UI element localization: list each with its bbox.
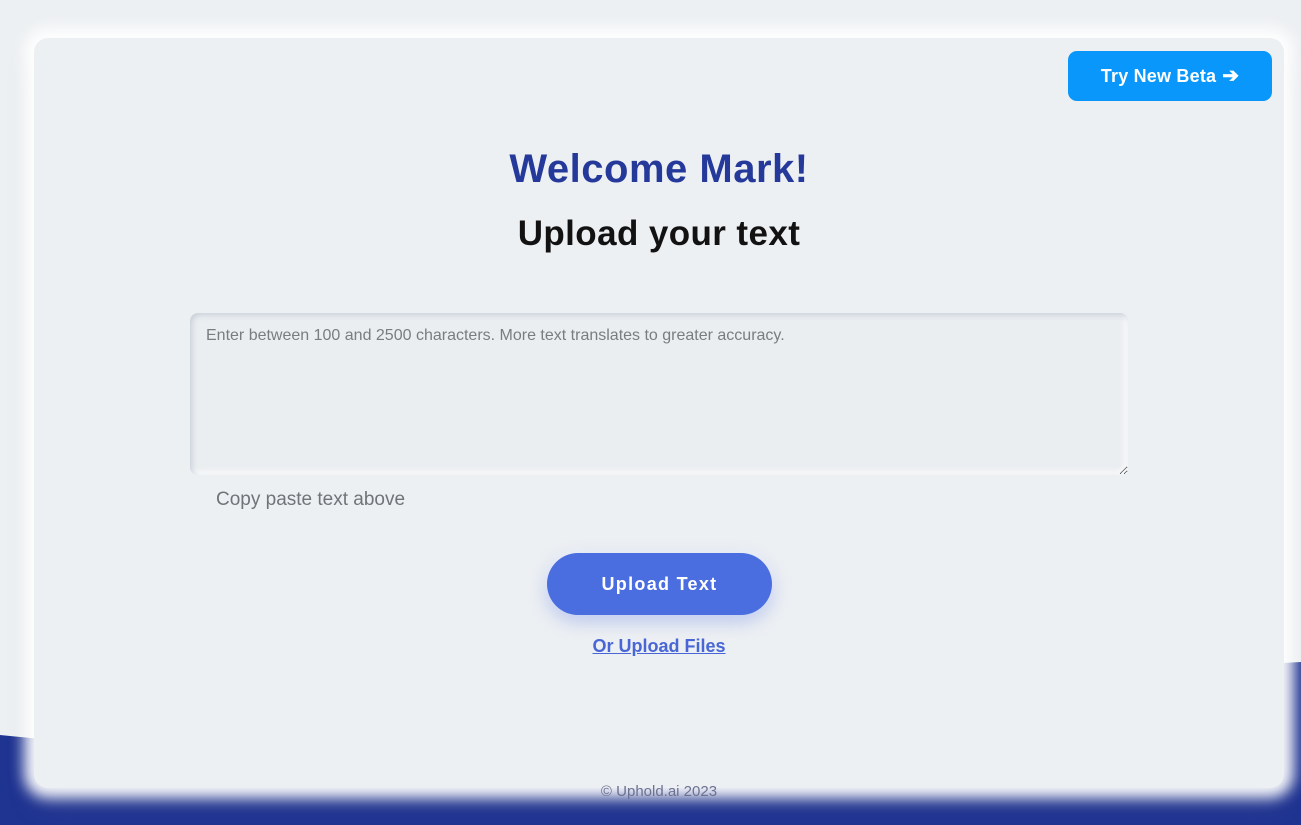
upload-files-link[interactable]: Or Upload Files xyxy=(0,636,1301,657)
try-new-beta-button[interactable]: Try New Beta ➔ xyxy=(1068,51,1272,101)
arrow-right-icon: ➔ xyxy=(1222,65,1240,87)
upload-text-button[interactable]: Upload Text xyxy=(547,553,772,615)
text-input-area[interactable] xyxy=(190,313,1128,475)
footer-copyright: © Uphold.ai 2023 xyxy=(600,783,718,800)
page-title: Upload your text xyxy=(517,214,801,253)
page: Try New Beta ➔ Welcome Mark! Upload your… xyxy=(0,0,1301,825)
welcome-heading: Welcome Mark! xyxy=(509,147,809,191)
helper-text: Copy paste text above xyxy=(216,489,406,510)
try-new-beta-label: Try New Beta xyxy=(1100,65,1217,86)
text-input-wrapper xyxy=(190,313,1128,475)
